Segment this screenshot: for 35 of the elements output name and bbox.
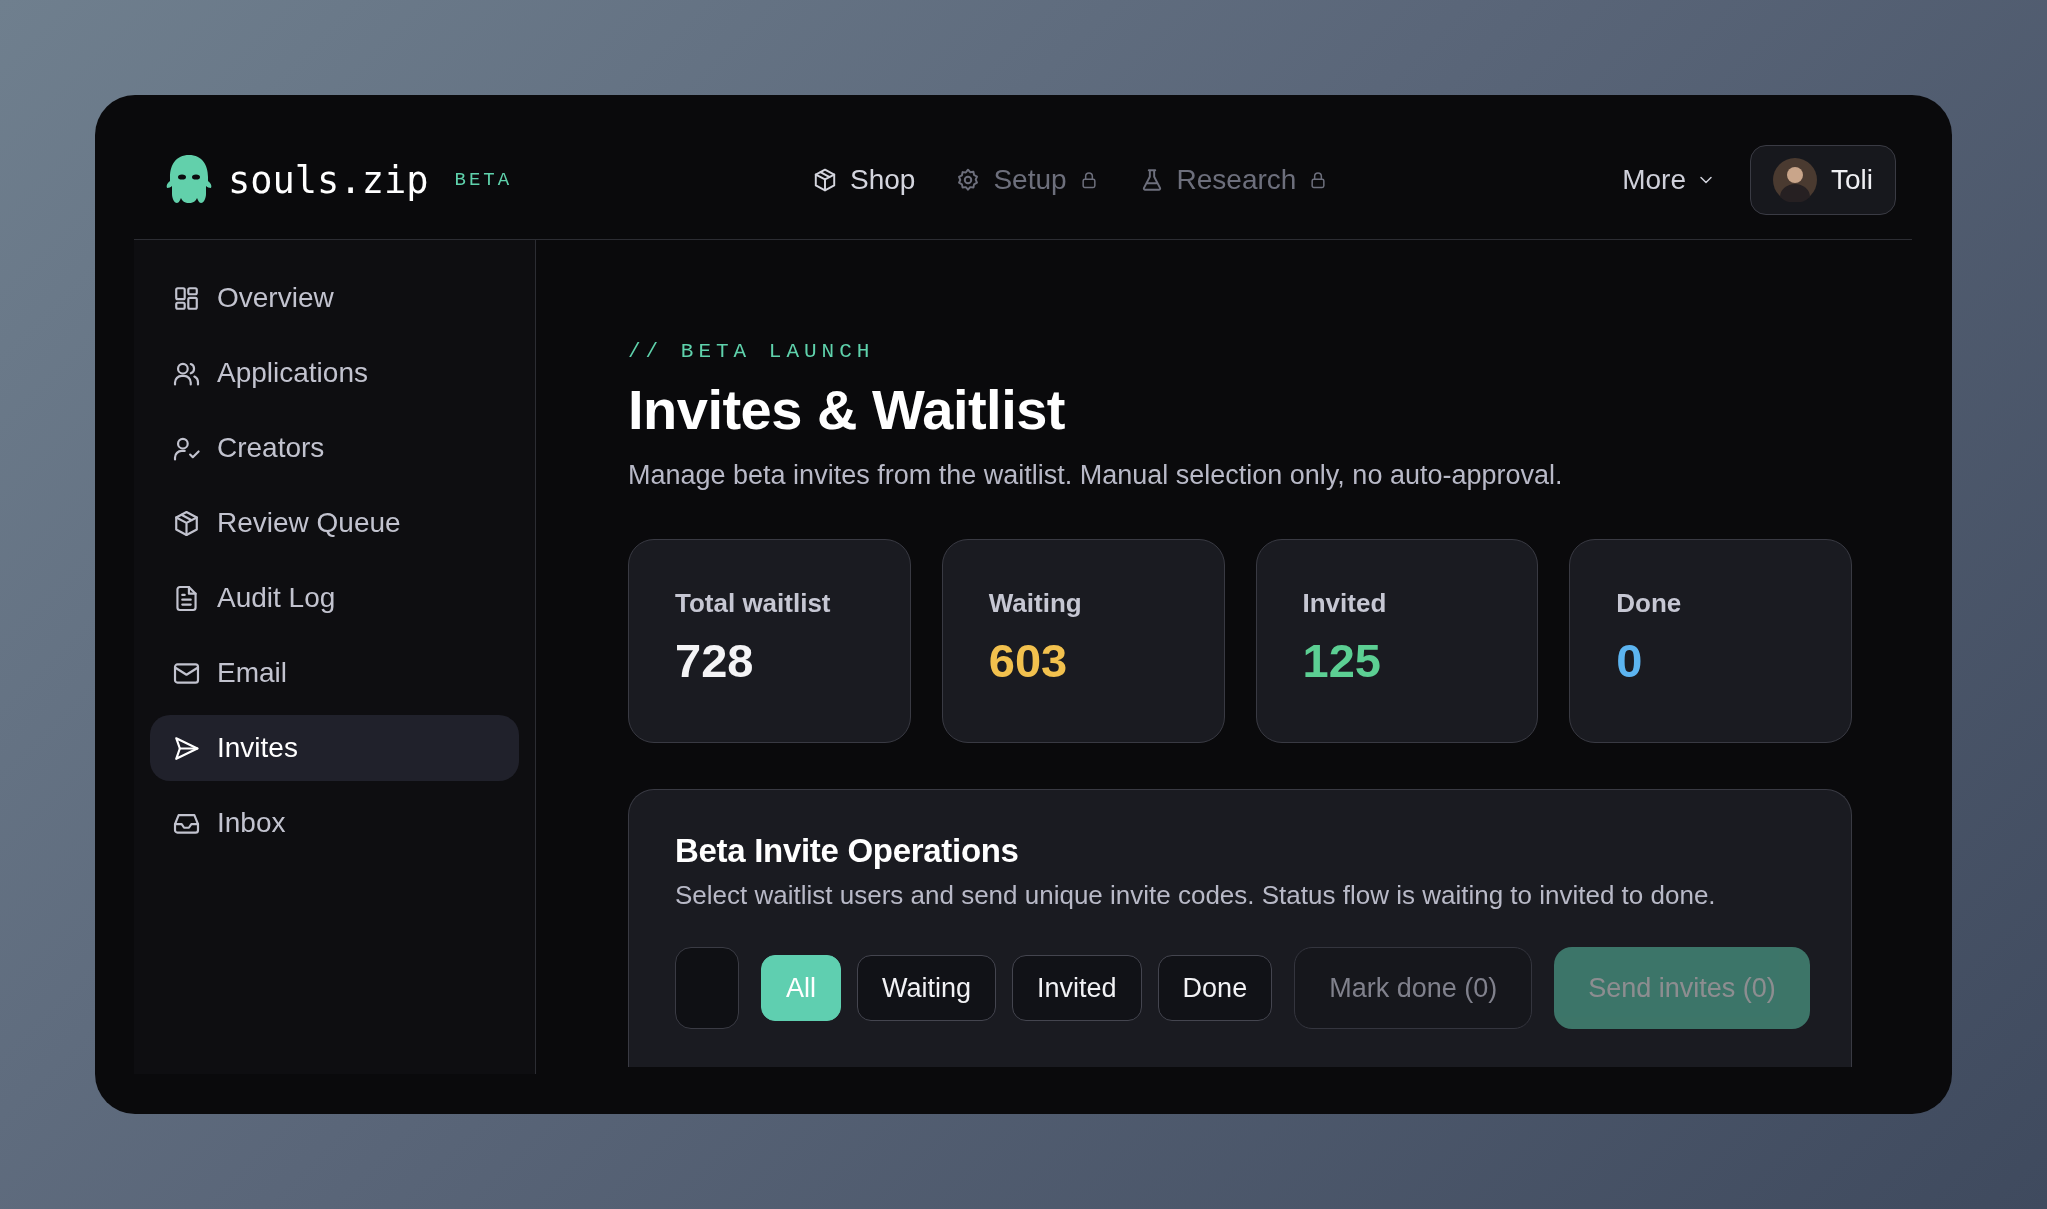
- nav-link[interactable]: Setup: [955, 164, 1099, 196]
- stat-value: 0: [1616, 633, 1644, 688]
- stat-value: 125: [1302, 633, 1382, 688]
- user-menu-button[interactable]: Toli: [1750, 145, 1896, 215]
- sidebar-item[interactable]: Applications: [150, 340, 519, 406]
- filter-tab[interactable]: Waiting: [857, 955, 997, 1021]
- nav-link[interactable]: Shop: [812, 164, 916, 196]
- avatar: [1773, 158, 1817, 202]
- box-icon: [172, 508, 201, 538]
- nav-link[interactable]: Research: [1138, 164, 1329, 196]
- panel-title: Beta Invite Operations: [675, 832, 1020, 870]
- sidebar-item[interactable]: Invites: [150, 715, 519, 781]
- sidebar-item[interactable]: Creators: [150, 415, 519, 481]
- beta-label: BETA: [454, 169, 513, 191]
- stat-label: Done: [1616, 588, 1683, 619]
- page-title: Invites & Waitlist: [628, 377, 1066, 442]
- panel-description: Select waitlist users and send unique invite codes. Status flow is waiting to invited to done.: [675, 880, 1717, 911]
- stat-label: Total waitlist: [675, 588, 832, 619]
- filter-tab[interactable]: Invited: [1012, 955, 1142, 1021]
- stat-label: Invited: [1302, 588, 1388, 619]
- sidebar-item[interactable]: Inbox: [150, 790, 519, 856]
- page-description: Manage beta invites from the waitlist. Manual selection only, no auto-approval.: [628, 460, 1564, 491]
- brand-name[interactable]: souls.zip: [228, 158, 429, 202]
- stat-value: 603: [988, 633, 1069, 688]
- more-menu-button[interactable]: More: [1622, 164, 1716, 196]
- box-icon: [812, 167, 838, 193]
- select-all-checkbox[interactable]: [675, 947, 739, 1029]
- sidebar-item[interactable]: Audit Log: [150, 565, 519, 631]
- stat-value: 728: [675, 633, 755, 688]
- sidebar-item[interactable]: Overview: [150, 265, 519, 331]
- filter-tab[interactable]: Done: [1157, 955, 1273, 1021]
- section-eyebrow: // BETA LAUNCH: [628, 340, 876, 363]
- sidebar-item[interactable]: Email: [150, 640, 519, 706]
- sidebar-item[interactable]: Review Queue: [150, 490, 519, 556]
- stat-label: Waiting: [988, 588, 1083, 619]
